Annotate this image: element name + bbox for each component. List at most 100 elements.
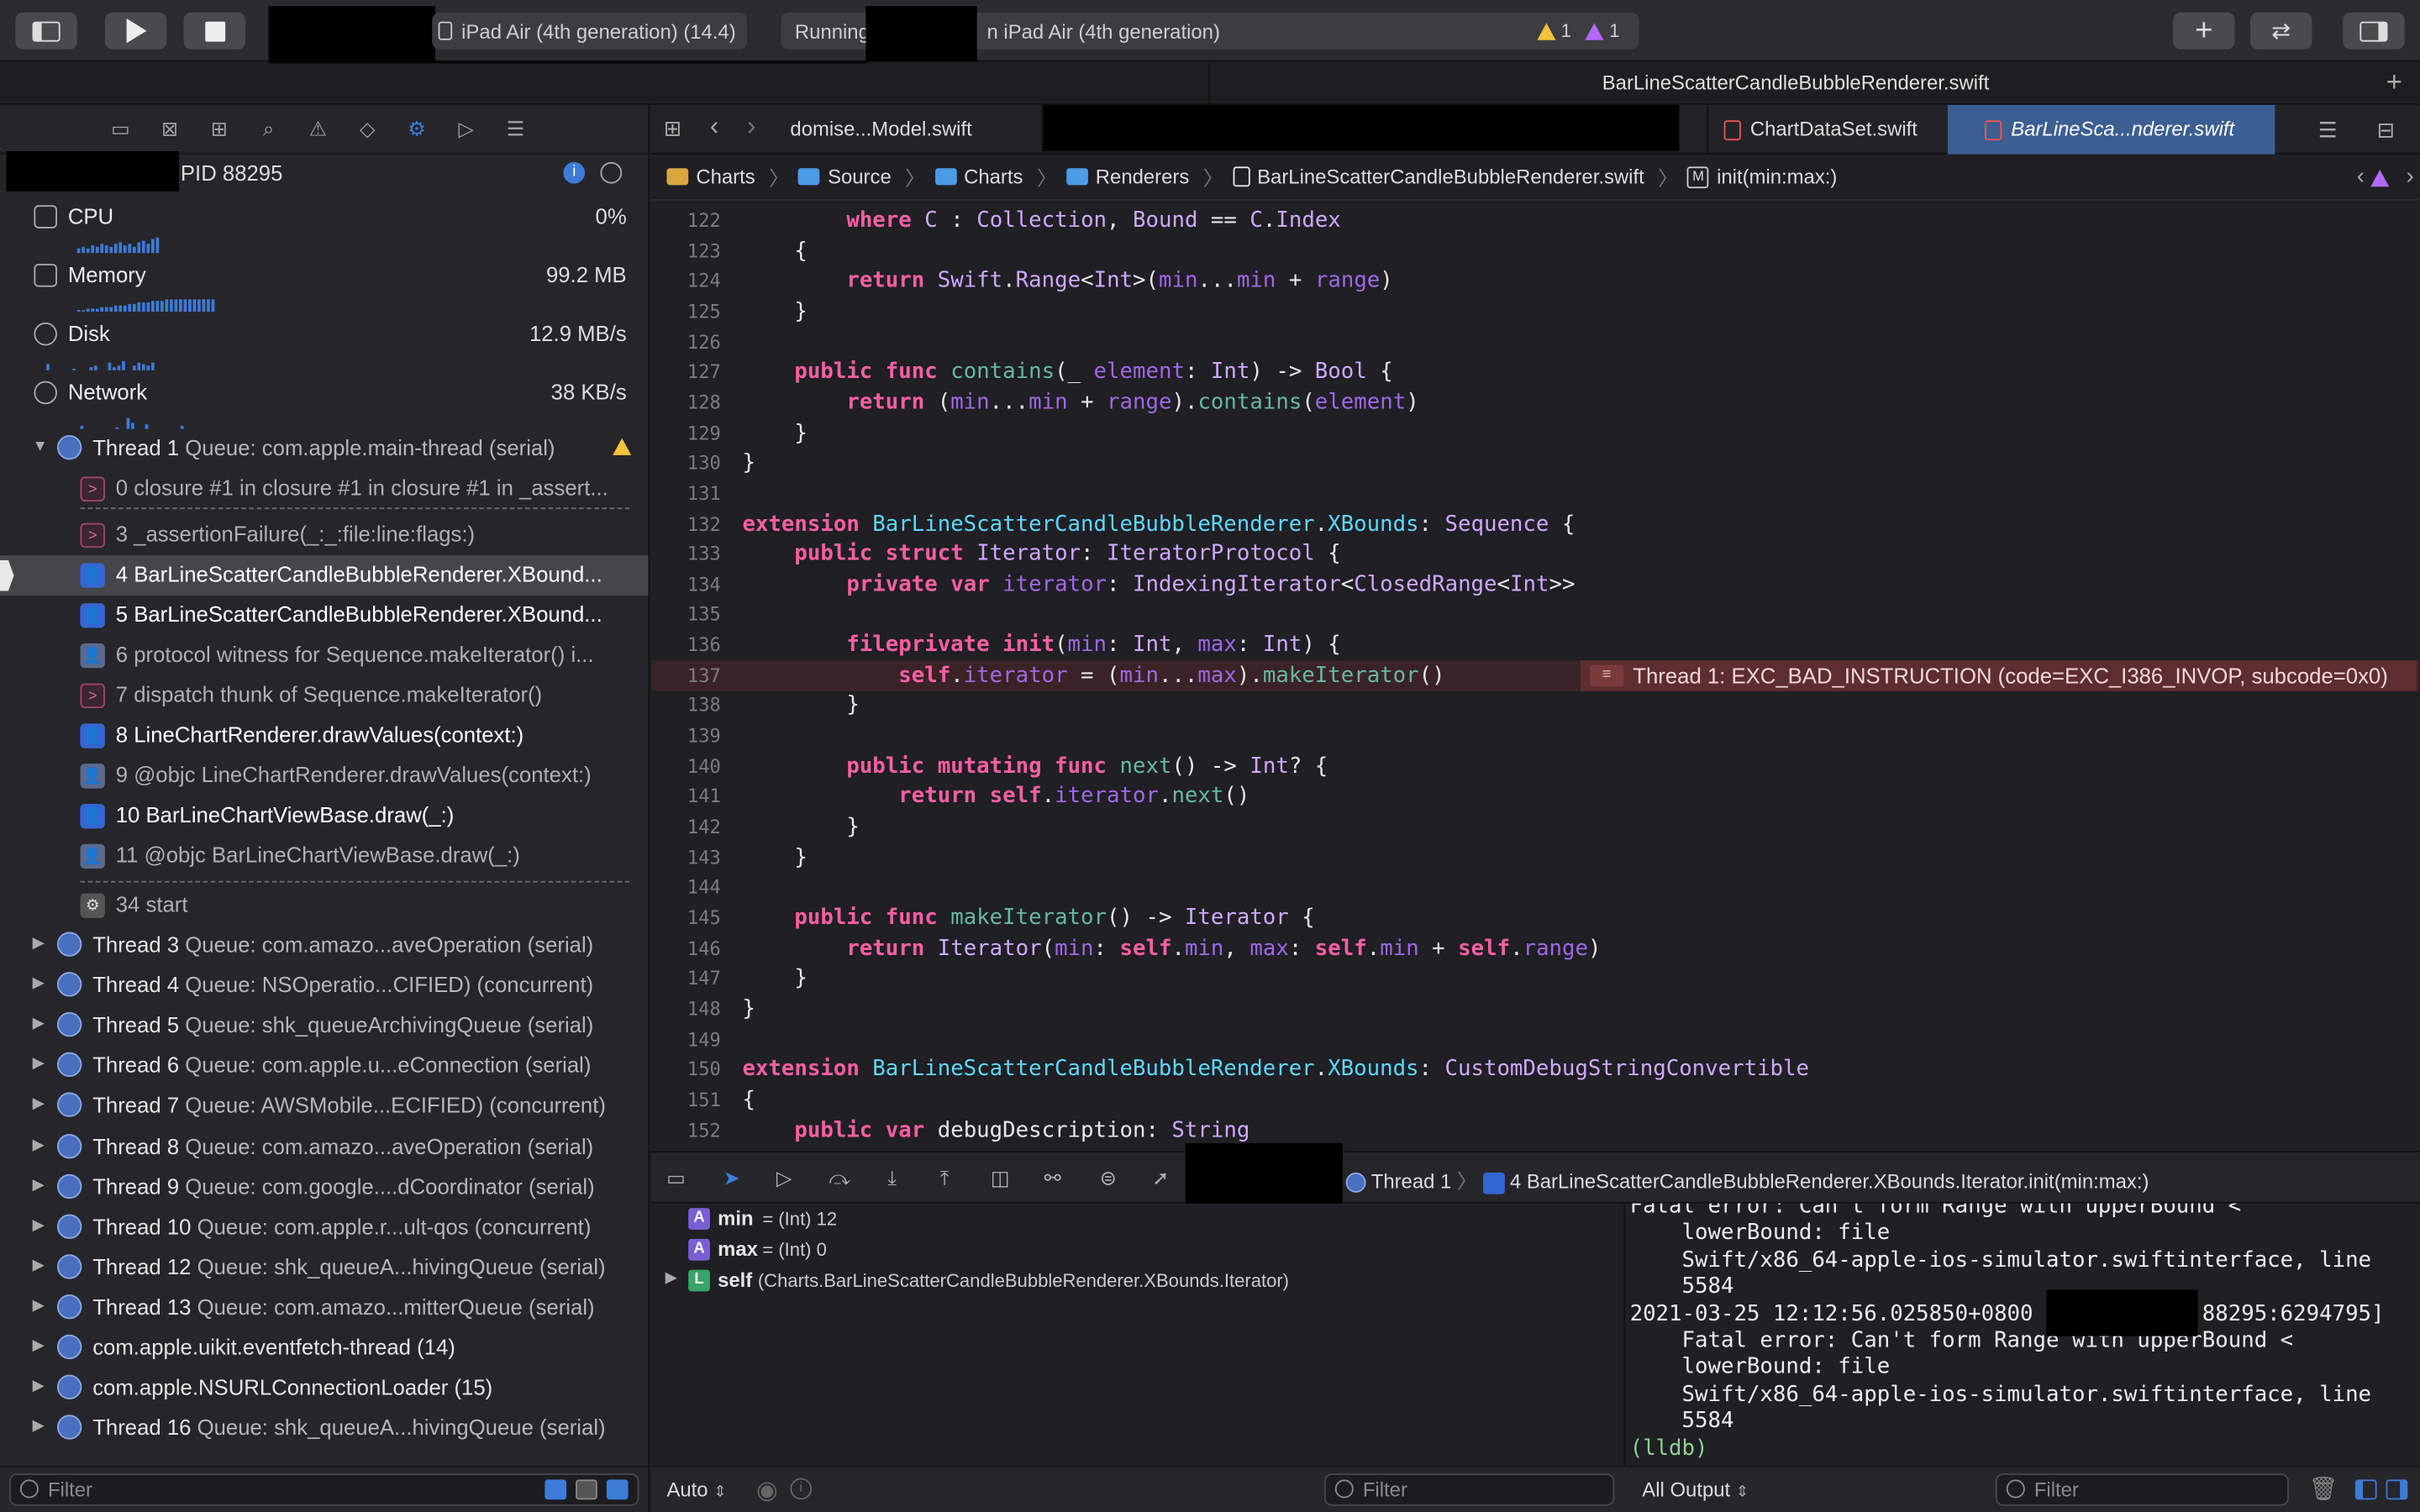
- thread-row[interactable]: ▶ Thread 5 Queue: shk_queueArchivingQueue…: [0, 1006, 648, 1047]
- debug-jump-bar[interactable]: Thread 1 〉 4 BarLineScatterCandleBubbleR…: [1345, 1165, 2149, 1194]
- code-line[interactable]: 151 {: [651, 1084, 2420, 1116]
- code-line[interactable]: 122 where C : Collection, Bound == C.Ind…: [651, 205, 2420, 236]
- disclosure-collapsed-icon[interactable]: ▶: [33, 1418, 45, 1435]
- line-number[interactable]: 146: [651, 932, 721, 963]
- report-navigator-icon[interactable]: ☰: [503, 117, 528, 141]
- line-number[interactable]: 126: [651, 327, 721, 358]
- warning-counts[interactable]: 1 1: [1537, 20, 1619, 42]
- line-number[interactable]: 128: [651, 387, 721, 418]
- line-number[interactable]: 143: [651, 842, 721, 873]
- show-console-icon[interactable]: [2386, 1479, 2408, 1500]
- line-number[interactable]: 135: [651, 599, 721, 630]
- debug-navigator-icon[interactable]: ⚙: [404, 117, 429, 141]
- gauge-network[interactable]: Network 38 KB/s: [31, 376, 633, 435]
- gauge-cpu[interactable]: CPU 0%: [31, 201, 633, 260]
- issue-icon[interactable]: [2370, 170, 2390, 187]
- variables-filter-input[interactable]: Filter: [1323, 1473, 1615, 1506]
- symbol-navigator-icon[interactable]: ⊞: [207, 117, 231, 141]
- line-number[interactable]: 123: [651, 235, 721, 266]
- line-number[interactable]: 129: [651, 417, 721, 449]
- thread-row[interactable]: ▶ Thread 6 Queue: com.apple.u...eConnecti…: [0, 1047, 648, 1087]
- eye-icon[interactable]: ◉: [756, 1475, 778, 1506]
- run-button[interactable]: [104, 12, 167, 50]
- stack-frame[interactable]: 👤 9 @objc LineChartRenderer.drawValues(co…: [0, 756, 648, 796]
- code-line-error[interactable]: 137 self.iterator = (min...max).makeIter…: [651, 659, 2420, 691]
- line-number[interactable]: 148: [651, 994, 721, 1025]
- disclosure-collapsed-icon[interactable]: ▶: [33, 1257, 45, 1274]
- editor-options-icon[interactable]: ☰: [2318, 118, 2338, 144]
- disclosure-collapsed-icon[interactable]: ▶: [33, 1016, 45, 1032]
- line-number[interactable]: 122: [651, 205, 721, 236]
- code-line[interactable]: 140 public mutating func next() -> Int? …: [651, 751, 2420, 782]
- line-number[interactable]: 138: [651, 690, 721, 722]
- thread-row[interactable]: ▼ Thread 1 Queue: com.apple.main-thread …: [0, 429, 648, 470]
- console-output-select[interactable]: All Output ⇕: [1642, 1478, 1749, 1502]
- stack-frame[interactable]: >7 dispatch thunk of Sequence.makeIterat…: [0, 675, 648, 716]
- source-control-icon[interactable]: ⊠: [157, 117, 182, 141]
- line-number[interactable]: 139: [651, 721, 721, 752]
- code-line[interactable]: 133 public struct Iterator: IteratorProt…: [651, 538, 2420, 570]
- continue-icon[interactable]: ▷: [771, 1167, 796, 1191]
- code-line[interactable]: 134 private var iterator: IndexingIterat…: [651, 569, 2420, 600]
- editor-tab-active[interactable]: BarLineSca...nderer.swift: [1947, 104, 2275, 155]
- code-area[interactable]: 122 where C : Collection, Bound == C.Ind…: [651, 201, 2420, 1151]
- line-number[interactable]: 125: [651, 297, 721, 328]
- breadcrumb-item[interactable]: Renderers 〉: [1065, 162, 1223, 192]
- breakpoint-navigator-icon[interactable]: ▷: [454, 117, 478, 141]
- filter-toggle-icon[interactable]: [576, 1479, 597, 1500]
- line-number[interactable]: 145: [651, 902, 721, 933]
- test-navigator-icon[interactable]: ◇: [355, 117, 379, 141]
- thread-row[interactable]: ▶ Thread 16 Queue: shk_queueA...hivingQue…: [0, 1409, 648, 1449]
- line-number[interactable]: 150: [651, 1054, 721, 1085]
- line-number[interactable]: 149: [651, 1024, 721, 1055]
- code-line[interactable]: 141 return self.iterator.next(): [651, 781, 2420, 812]
- code-line[interactable]: 131: [651, 478, 2420, 509]
- stack-frame[interactable]: 👤 11 @objc BarLineChartViewBase.draw(_:): [0, 837, 648, 877]
- new-tab-icon[interactable]: +: [2386, 66, 2402, 99]
- show-variables-icon[interactable]: [2354, 1479, 2377, 1500]
- code-line[interactable]: 135: [651, 599, 2420, 630]
- disclosure-collapsed-icon[interactable]: ▶: [33, 1177, 45, 1194]
- editor-tab[interactable]: ChartDataSet.swift: [1707, 104, 1948, 155]
- breadcrumb-item[interactable]: Charts 〉: [934, 162, 1057, 192]
- thread-row[interactable]: ▶ Thread 4 Queue: NSOperatio...CIFIED) (c…: [0, 966, 648, 1006]
- toggle-inspector-button[interactable]: [2343, 12, 2405, 50]
- scheme-destination-selector[interactable]: iPad Air (4th generation) (14.4): [432, 12, 747, 50]
- line-number[interactable]: 141: [651, 781, 721, 812]
- window-tab[interactable]: BarLineScatterCandleBubbleRenderer.swift: [1208, 63, 2381, 104]
- line-number[interactable]: 131: [651, 478, 721, 509]
- disclosure-collapsed-icon[interactable]: ▶: [33, 1297, 45, 1314]
- code-line[interactable]: 123 {: [651, 235, 2420, 266]
- line-number[interactable]: 144: [651, 872, 721, 903]
- filter-toggle-icon[interactable]: [606, 1479, 629, 1500]
- code-line[interactable]: 143 }: [651, 842, 2420, 873]
- stack-frame[interactable]: ⚙ 34 start: [0, 885, 648, 926]
- console-output[interactable]: Fatal error: Can't form Range with upper…: [1623, 1203, 2420, 1466]
- disclosure-collapsed-icon[interactable]: ▶: [33, 975, 45, 992]
- code-line[interactable]: 138 }: [651, 690, 2420, 722]
- line-number[interactable]: 136: [651, 630, 721, 661]
- code-line[interactable]: 128 return (min...min + range).contains(…: [651, 387, 2420, 418]
- line-number[interactable]: 147: [651, 963, 721, 995]
- code-line[interactable]: 145 public func makeIterator() -> Iterat…: [651, 902, 2420, 933]
- thread-row[interactable]: ▶ Thread 7 Queue: AWSMobile...ECIFIED) (c…: [0, 1087, 648, 1127]
- related-items-icon[interactable]: ⊞: [664, 118, 686, 139]
- code-line[interactable]: 132 extension BarLineScatterCandleBubbleR…: [651, 508, 2420, 539]
- line-number[interactable]: 124: [651, 265, 721, 297]
- code-line[interactable]: 148}: [651, 994, 2420, 1025]
- breadcrumb-item[interactable]: Source 〉: [798, 162, 925, 192]
- step-out-icon[interactable]: ⤒: [932, 1167, 956, 1191]
- stack-frame[interactable]: 👤 10 BarLineChartViewBase.draw(_:): [0, 796, 648, 837]
- code-line[interactable]: 125 }: [651, 297, 2420, 328]
- navigator-filter-input[interactable]: Filter: [9, 1473, 639, 1506]
- gauge-memory[interactable]: Memory 99.2 MB: [31, 260, 633, 318]
- disclosure-collapsed-icon[interactable]: ▶: [666, 1270, 677, 1287]
- code-line[interactable]: 152 public var debugDescription: String: [651, 1115, 2420, 1146]
- code-review-button[interactable]: ⇄: [2249, 12, 2312, 50]
- step-into-icon[interactable]: ⤓: [880, 1167, 904, 1191]
- code-line[interactable]: 126: [651, 327, 2420, 358]
- code-line[interactable]: 147 }: [651, 963, 2420, 995]
- previous-issue-icon[interactable]: ‹: [2357, 164, 2365, 190]
- info-icon[interactable]: i: [563, 161, 586, 184]
- stack-frame[interactable]: >0 closure #1 in closure #1 in closure #…: [0, 469, 648, 509]
